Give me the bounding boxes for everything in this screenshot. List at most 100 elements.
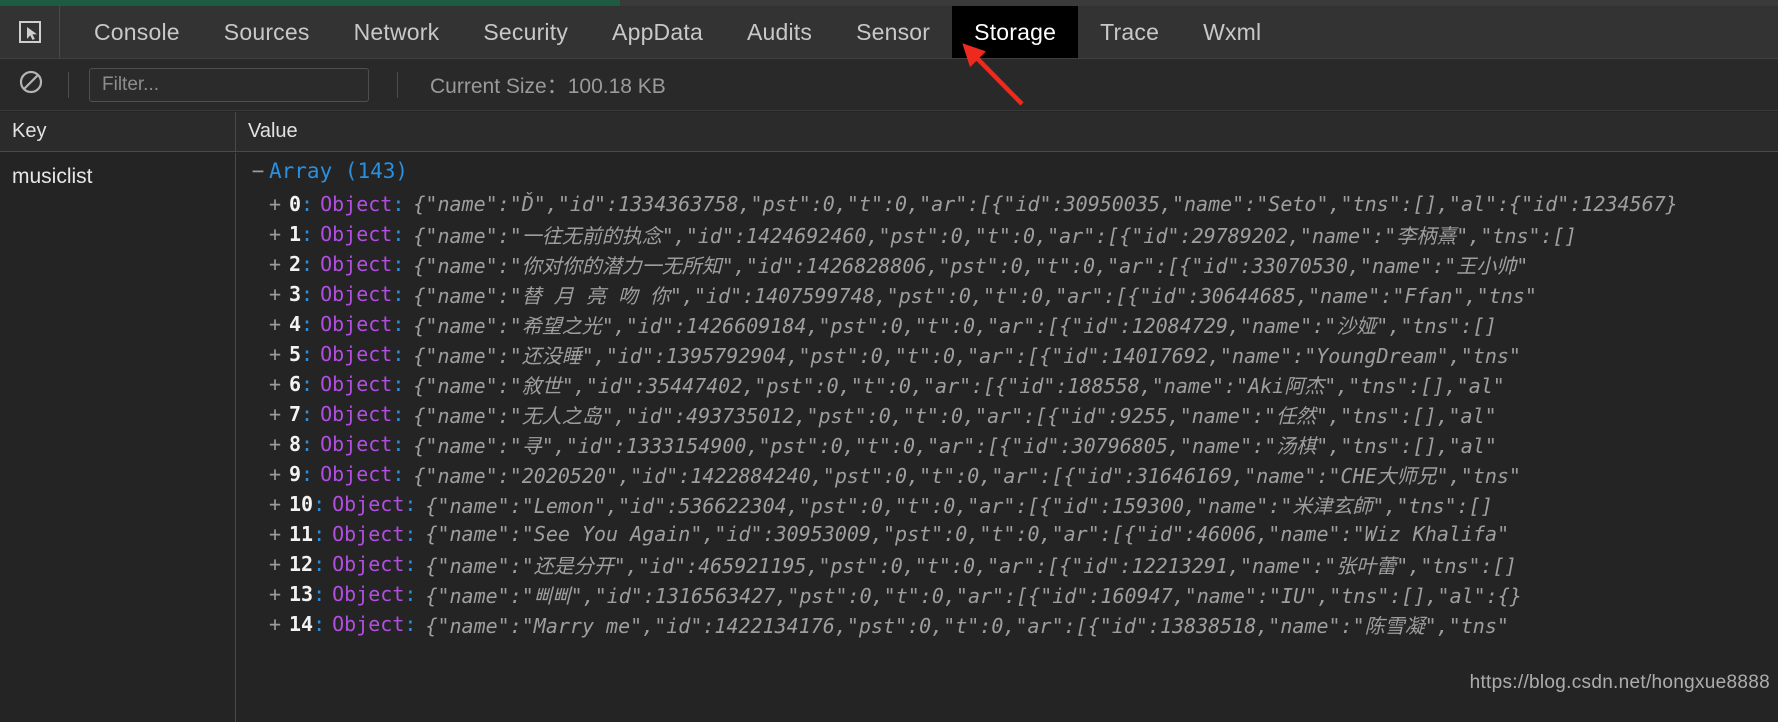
search-input[interactable]: [90, 73, 368, 96]
tab-sources[interactable]: Sources: [202, 6, 332, 58]
table-row[interactable]: +3: Object: {"name":"替 月 亮 吻 你","id":14075…: [237, 279, 1778, 309]
row-colon: :: [301, 222, 314, 246]
expand-plus-icon[interactable]: +: [269, 192, 289, 216]
tab-audits[interactable]: Audits: [725, 6, 834, 58]
row-type-label: Object: [332, 582, 405, 606]
row-json-preview: {"name":"2020520","id":1422884240,"pst":…: [413, 463, 1521, 488]
row-type-colon: :: [392, 372, 405, 396]
expand-plus-icon[interactable]: +: [269, 462, 289, 486]
row-colon: :: [313, 492, 326, 516]
table-row[interactable]: +2: Object: {"name":"你对你的潜力一无所知","id":1426…: [237, 249, 1778, 279]
row-colon: :: [301, 432, 314, 456]
row-type-colon: :: [404, 552, 417, 576]
row-type-label: Object: [320, 372, 393, 396]
table-row[interactable]: +10: Object: {"name":"Lemon","id":53662230…: [237, 489, 1778, 519]
table-row[interactable]: +13: Object: {"name":"삐삐","id":1316563427,…: [237, 579, 1778, 609]
row-json-preview: {"name":"Ď","id":1334363758,"pst":0,"t":…: [413, 192, 1678, 216]
table-row[interactable]: +8: Object: {"name":"寻","id":1333154900,"p…: [237, 429, 1778, 459]
table-row[interactable]: +6: Object: {"name":"敘世","id":35447402,"ps…: [237, 369, 1778, 399]
expand-plus-icon[interactable]: +: [269, 252, 289, 276]
key-column: musiclist: [0, 153, 236, 722]
table-row[interactable]: +7: Object: {"name":"无人之岛","id":493735012,…: [237, 399, 1778, 429]
row-index-label: 8: [289, 432, 302, 456]
row-type-label: Object: [320, 342, 393, 366]
table-row[interactable]: +9: Object: {"name":"2020520","id":1422884…: [237, 459, 1778, 489]
row-type-colon: :: [392, 342, 405, 366]
row-colon: :: [313, 522, 326, 546]
row-type-colon: :: [404, 582, 417, 606]
row-type-colon: :: [404, 492, 417, 516]
row-colon: :: [301, 312, 314, 336]
row-colon: :: [301, 402, 314, 426]
expand-plus-icon[interactable]: +: [269, 312, 289, 336]
table-row[interactable]: +12: Object: {"name":"还是分开","id":465921195…: [237, 549, 1778, 579]
row-type-colon: :: [392, 252, 405, 276]
toolbar-divider-2: [397, 71, 398, 98]
row-index-label: 2: [289, 252, 302, 276]
row-colon: :: [301, 192, 314, 216]
watermark-text: https://blog.csdn.net/hongxue8888: [1469, 672, 1770, 693]
expand-plus-icon[interactable]: +: [269, 522, 289, 546]
row-index-label: 12: [289, 552, 314, 576]
row-json-preview: {"name":"还是分开","id":465921195,"pst":0,"t…: [425, 553, 1517, 578]
devtools-panel: Console Sources Network Security AppData…: [0, 0, 1778, 722]
expand-plus-icon[interactable]: +: [269, 342, 289, 366]
row-type-colon: :: [392, 192, 405, 216]
tab-sensor[interactable]: Sensor: [834, 6, 952, 58]
tab-appdata[interactable]: AppData: [590, 6, 725, 58]
clear-storage-button[interactable]: [0, 69, 62, 100]
row-colon: :: [313, 552, 326, 576]
expand-plus-icon[interactable]: +: [269, 402, 289, 426]
filter-field[interactable]: [89, 67, 369, 102]
array-length-label: Array (143): [269, 159, 409, 183]
storage-key-musiclist[interactable]: musiclist: [0, 153, 235, 189]
collapse-minus-icon[interactable]: −: [247, 159, 269, 183]
row-index-label: 1: [289, 222, 302, 246]
row-colon: :: [313, 582, 326, 606]
row-index-label: 0: [289, 192, 302, 216]
row-type-colon: :: [392, 312, 405, 336]
tab-network[interactable]: Network: [332, 6, 462, 58]
inspect-element-button[interactable]: [0, 6, 60, 58]
expand-plus-icon[interactable]: +: [269, 372, 289, 396]
row-type-label: Object: [320, 192, 393, 216]
row-json-preview: {"name":"还没睡","id":1395792904,"pst":0,"t…: [413, 343, 1521, 368]
table-row[interactable]: +5: Object: {"name":"还没睡","id":1395792904,…: [237, 339, 1778, 369]
row-type-label: Object: [320, 462, 393, 486]
row-type-label: Object: [320, 282, 393, 306]
tab-wxml[interactable]: Wxml: [1181, 6, 1283, 58]
row-colon: :: [313, 612, 326, 636]
table-row[interactable]: +14: Object: {"name":"Marry me","id":14221…: [237, 609, 1778, 639]
row-type-colon: :: [392, 282, 405, 306]
tab-console[interactable]: Console: [72, 6, 202, 58]
row-index-label: 5: [289, 342, 302, 366]
row-colon: :: [301, 252, 314, 276]
tab-storage[interactable]: Storage: [952, 6, 1079, 58]
expand-plus-icon[interactable]: +: [269, 612, 289, 636]
table-row[interactable]: +0: Object: {"name":"Ď","id":1334363758,"p…: [237, 189, 1778, 219]
tab-security[interactable]: Security: [461, 6, 590, 58]
column-header-key[interactable]: Key: [0, 112, 236, 151]
array-root-row[interactable]: − Array (143): [237, 153, 1778, 189]
block-clear-icon: [18, 69, 44, 100]
table-row[interactable]: +11: Object: {"name":"See You Again","id":…: [237, 519, 1778, 549]
row-json-preview: {"name":"希望之光","id":1426609184,"pst":0,"…: [413, 313, 1497, 338]
row-json-preview: {"name":"Lemon","id":536622304,"pst":0,"…: [425, 493, 1493, 518]
column-header-value[interactable]: Value: [236, 112, 1778, 151]
row-index-label: 11: [289, 522, 314, 546]
expand-plus-icon[interactable]: +: [269, 492, 289, 516]
row-type-colon: :: [392, 432, 405, 456]
tab-trace[interactable]: Trace: [1078, 6, 1181, 58]
expand-plus-icon[interactable]: +: [269, 282, 289, 306]
devtools-tabbar: Console Sources Network Security AppData…: [0, 6, 1778, 59]
expand-plus-icon[interactable]: +: [269, 432, 289, 456]
table-row[interactable]: +4: Object: {"name":"希望之光","id":1426609184…: [237, 309, 1778, 339]
expand-plus-icon[interactable]: +: [269, 582, 289, 606]
expand-plus-icon[interactable]: +: [269, 552, 289, 576]
expand-plus-icon[interactable]: +: [269, 222, 289, 246]
table-row[interactable]: +1: Object: {"name":"一往无前的执念","id":1424692…: [237, 219, 1778, 249]
row-colon: :: [301, 372, 314, 396]
row-type-label: Object: [320, 402, 393, 426]
row-type-colon: :: [392, 222, 405, 246]
value-column: − Array (143) +0: Object: {"name":"Ď","id"…: [237, 153, 1778, 722]
